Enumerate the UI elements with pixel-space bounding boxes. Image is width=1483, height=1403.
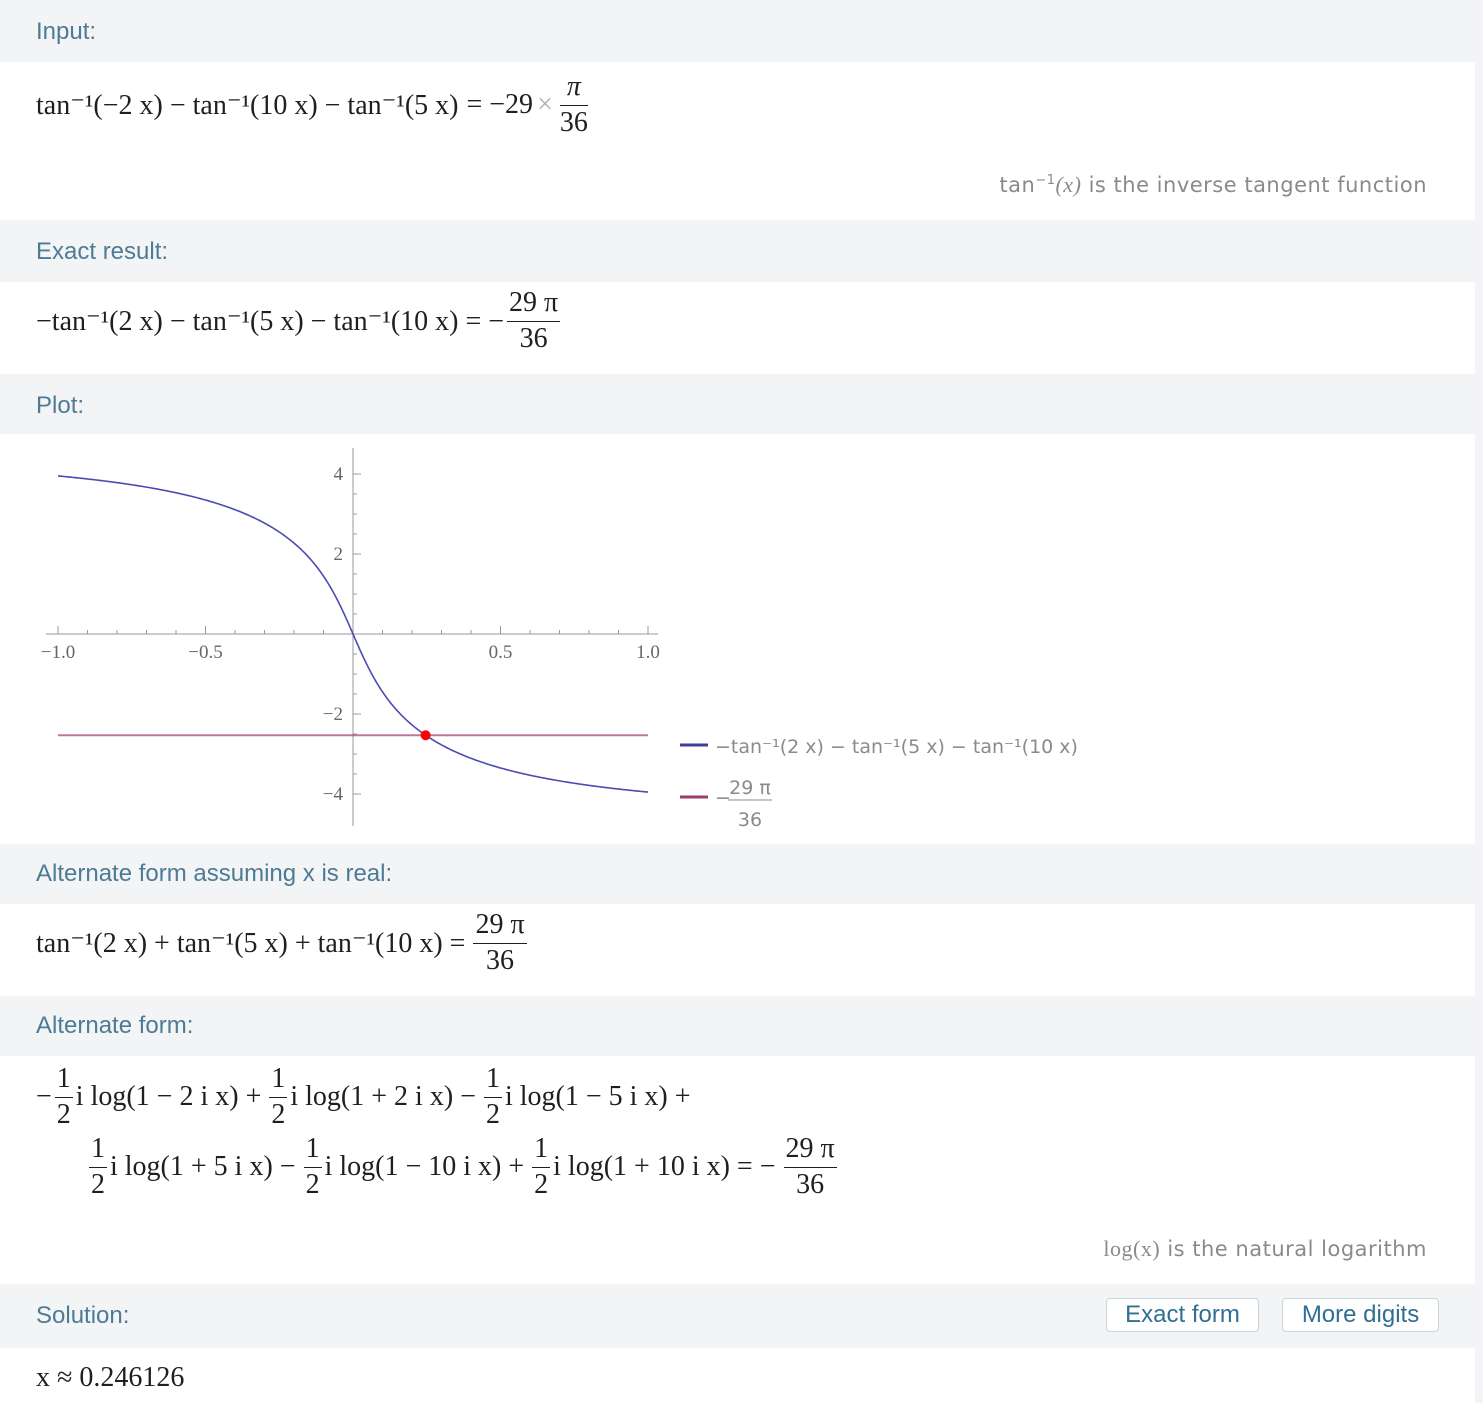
- alt-real-title: Alternate form assuming x is real:: [36, 860, 393, 887]
- note-text: is the inverse tangent function: [1081, 173, 1427, 197]
- x-tick-label: 1.0: [636, 642, 660, 663]
- input-rhs-fraction: π 36: [559, 71, 588, 139]
- exact-expression: −tan⁻¹(2 x) − tan⁻¹(5 x) − tan⁻¹(10 x) =…: [36, 287, 563, 355]
- note-sup: −1: [1035, 173, 1056, 188]
- plot-chart: −1.0 −0.5 0.5 1.0 4 2 −2 −4 −tan⁻¹(2 x) − tan⁻¹…: [41, 448, 1078, 831]
- plot-title: Plot:: [36, 392, 85, 419]
- solution-title: Solution:: [36, 1302, 130, 1329]
- alt-real-expression: tan⁻¹(2 x) + tan⁻¹(5 x) + tan⁻¹(10 x) = …: [36, 909, 530, 977]
- alt-pod: − 12 i log(1 − 2 i x) + 12 i log(1 + 2 i…: [0, 1056, 1475, 1284]
- input-pod-title: Input:: [0, 0, 1475, 62]
- exact-form-button[interactable]: Exact form: [1106, 1298, 1259, 1332]
- half-den: 2: [534, 1168, 549, 1200]
- inverse-tangent-note: tan−1(x) is the inverse tangent function: [999, 172, 1427, 198]
- half-fraction: 12: [54, 1063, 73, 1131]
- y-tick-label: 4: [334, 464, 344, 485]
- half-den: 2: [305, 1168, 320, 1200]
- half-den: 2: [485, 1098, 500, 1130]
- note-arg: (x): [1055, 172, 1082, 197]
- half-num: 1: [532, 1133, 551, 1168]
- input-title: Input:: [36, 18, 97, 45]
- page-scrollbar[interactable]: [1475, 0, 1483, 1403]
- exact-pod: −tan⁻¹(2 x) − tan⁻¹(5 x) − tan⁻¹(10 x) =…: [0, 282, 1475, 374]
- alt-l1-sign-0: −: [36, 1081, 52, 1113]
- plot-pod: −1.0 −0.5 0.5 1.0 4 2 −2 −4 −tan⁻¹(2 x) − tan⁻¹…: [0, 434, 1475, 844]
- input-rhs-den: 36: [559, 106, 588, 138]
- half-num: 1: [483, 1063, 502, 1098]
- half-num: 1: [54, 1063, 73, 1098]
- half-fraction: 12: [303, 1133, 322, 1201]
- plot-legend: −tan⁻¹(2 x) − tan⁻¹(5 x) − tan⁻¹(10 x)−2…: [680, 736, 1078, 831]
- exact-title: Exact result:: [36, 238, 169, 265]
- half-fraction: 12: [89, 1133, 107, 1201]
- alt-real-rhs-fraction: 29 π 36: [473, 909, 527, 977]
- natural-log-note: log(x) is the natural logarithm: [1103, 1236, 1427, 1262]
- legend-label-function: −tan⁻¹(2 x) − tan⁻¹(5 x) − tan⁻¹(10 x): [715, 736, 1078, 758]
- alt-real-rhs-num: 29 π: [473, 909, 527, 944]
- solution-pod: x ≈ 0.246126: [0, 1348, 1475, 1403]
- exact-rhs-num: 29 π: [507, 287, 561, 322]
- alt-real-pod-title: Alternate form assuming x is real:: [0, 844, 1475, 904]
- alt-title: Alternate form:: [36, 1012, 194, 1039]
- alt-rhs-num: 29 π: [783, 1133, 837, 1168]
- plot-axes: −1.0 −0.5 0.5 1.0 4 2 −2 −4: [41, 448, 660, 826]
- alt-line-1: − 12 i log(1 − 2 i x) + 12 i log(1 + 2 i…: [36, 1063, 691, 1131]
- exact-rhs-den: 36: [519, 322, 548, 354]
- x-tick-label: 0.5: [489, 642, 513, 663]
- exact-pod-title: Exact result:: [0, 220, 1475, 282]
- half-num: 1: [269, 1063, 288, 1098]
- alt-line-2: 12 i log(1 + 5 i x) − 12 i log(1 − 10 i …: [86, 1133, 840, 1201]
- exact-rhs-fraction: 29 π 36: [507, 287, 561, 355]
- half-num: 1: [89, 1133, 107, 1168]
- half-fraction: 12: [269, 1063, 288, 1131]
- alt-pod-title: Alternate form:: [0, 996, 1475, 1056]
- note-fn: tan: [999, 173, 1036, 197]
- y-tick-label: −2: [323, 704, 343, 725]
- input-pod: tan⁻¹(−2 x) − tan⁻¹(10 x) − tan⁻¹(5 x) =…: [0, 62, 1475, 220]
- alt-l2-term-2: i log(1 + 10 i x) = −: [553, 1151, 776, 1183]
- half-fraction: 12: [483, 1063, 502, 1131]
- alt-rhs-fraction: 29 π 36: [783, 1133, 837, 1201]
- half-num: 1: [303, 1133, 322, 1168]
- input-rhs-num: π: [559, 71, 588, 106]
- half-den: 2: [56, 1098, 71, 1130]
- log-note-text: is the natural logarithm: [1160, 1237, 1427, 1261]
- alt-l2-term-0: i log(1 + 5 i x) −: [110, 1151, 296, 1183]
- alt-real-lhs: tan⁻¹(2 x) + tan⁻¹(5 x) + tan⁻¹(10 x) =: [36, 928, 466, 960]
- intersection-point: [420, 730, 431, 741]
- input-expression: tan⁻¹(−2 x) − tan⁻¹(10 x) − tan⁻¹(5 x) =…: [36, 71, 591, 139]
- alt-real-pod: tan⁻¹(2 x) + tan⁻¹(5 x) + tan⁻¹(10 x) = …: [0, 904, 1475, 996]
- y-tick-label: 2: [334, 544, 344, 565]
- log-note-fn: log(x): [1103, 1236, 1161, 1261]
- alt-real-rhs-den: 36: [486, 944, 515, 976]
- more-digits-button[interactable]: More digits: [1282, 1298, 1439, 1332]
- input-lhs: tan⁻¹(−2 x) − tan⁻¹(10 x) − tan⁻¹(5 x): [36, 90, 459, 122]
- input-rhs-prefix: = −29: [466, 89, 534, 121]
- plot-pod-title: Plot:: [0, 374, 1475, 434]
- half-den: 2: [271, 1098, 286, 1130]
- legend-label-den: 36: [738, 809, 762, 831]
- alt-rhs-den: 36: [796, 1168, 825, 1200]
- x-tick-label: −0.5: [188, 642, 222, 663]
- alt-l2-term-1: i log(1 − 10 i x) +: [324, 1151, 525, 1183]
- solution-pod-title: Solution: Exact form More digits: [0, 1284, 1475, 1348]
- solution-value: x ≈ 0.246126: [36, 1362, 185, 1393]
- times-sign: ×: [537, 89, 553, 121]
- y-tick-label: −4: [323, 784, 344, 805]
- x-tick-label: −1.0: [41, 642, 75, 663]
- alt-l1-term-1: i log(1 + 2 i x) −: [290, 1081, 476, 1113]
- alt-l1-term-2: i log(1 − 5 i x) +: [504, 1081, 691, 1113]
- exact-lhs: −tan⁻¹(2 x) − tan⁻¹(5 x) − tan⁻¹(10 x) =…: [36, 306, 505, 338]
- half-den: 2: [91, 1168, 105, 1200]
- half-fraction: 12: [532, 1133, 551, 1201]
- legend-label-num: 29 π: [729, 777, 771, 799]
- alt-l1-term-0: i log(1 − 2 i x) +: [75, 1081, 262, 1113]
